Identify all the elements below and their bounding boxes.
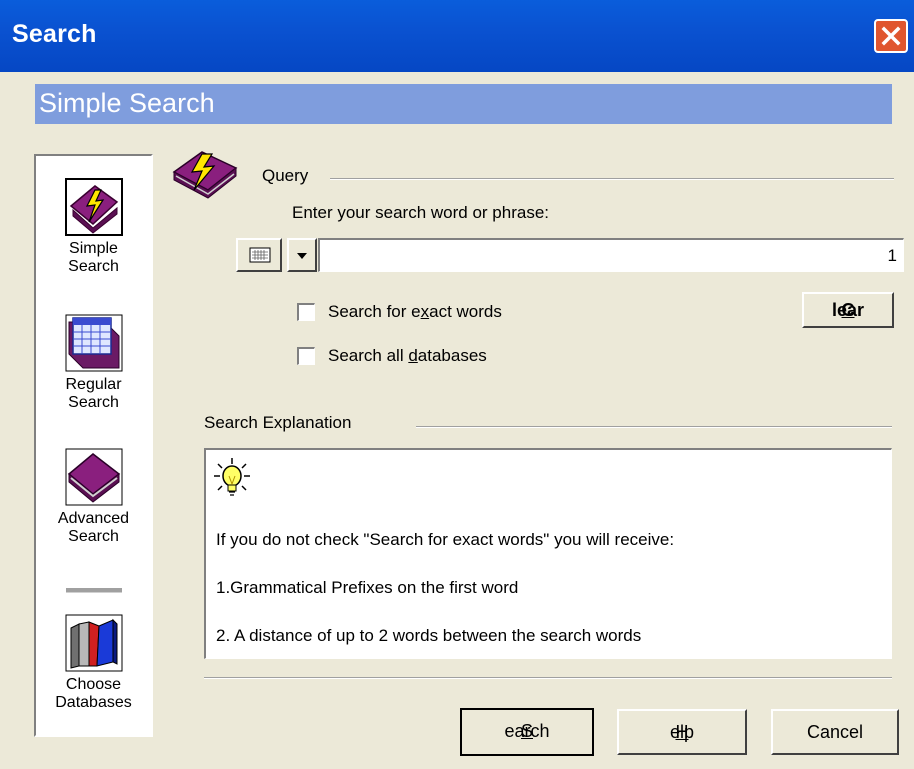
exact-words-checkbox[interactable] xyxy=(297,303,315,321)
dropdown-arrow-icon xyxy=(297,253,307,259)
sidebar-item-label: Choose xyxy=(65,676,122,693)
purple-book-icon xyxy=(65,448,122,506)
explanation-panel: If you do not check "Search for exact wo… xyxy=(204,448,892,659)
lightbulb-icon xyxy=(214,458,250,496)
sidebar-item-label: Databases xyxy=(55,694,132,711)
query-divider xyxy=(330,178,894,180)
search-mode-sidebar: Simple Search Regular Search Advanced Se… xyxy=(34,154,153,737)
lightning-book-icon xyxy=(64,178,123,236)
sidebar-item-regular-search[interactable]: Regular Search xyxy=(36,314,151,412)
close-icon xyxy=(881,26,901,46)
explanation-divider xyxy=(416,426,892,428)
search-input-field[interactable]: 1 xyxy=(318,238,904,272)
sidebar-item-advanced-search[interactable]: Advanced Search xyxy=(36,448,151,546)
lightning-book-icon xyxy=(172,151,238,199)
exact-words-label[interactable]: Search for exact words xyxy=(328,302,502,322)
help-button[interactable]: Help xyxy=(617,709,747,755)
explanation-line: If you do not check "Search for exact wo… xyxy=(216,530,675,549)
footer-divider xyxy=(204,677,892,679)
sidebar-item-label: Search xyxy=(68,394,119,411)
virtual-keyboard-button[interactable] xyxy=(236,238,282,272)
close-button[interactable] xyxy=(874,19,908,53)
search-button[interactable]: Search xyxy=(460,708,594,756)
mode-title: Simple Search xyxy=(39,88,215,118)
sidebar-divider xyxy=(66,588,122,593)
query-section-label: Query xyxy=(262,166,309,185)
explanation-section-label: Search Explanation xyxy=(204,413,352,432)
explanation-line: 2. A distance of up to 2 words between t… xyxy=(216,626,642,645)
search-input[interactable] xyxy=(322,243,886,269)
sidebar-item-label: Search xyxy=(68,258,119,275)
sidebar-item-label: Regular xyxy=(65,376,122,393)
sidebar-item-label: Search xyxy=(68,528,119,545)
query-prompt: Enter your search word or phrase: xyxy=(292,203,550,222)
history-dropdown-button[interactable] xyxy=(287,238,317,272)
table-book-icon xyxy=(65,314,122,372)
search-dialog: Search Simple Search Simple Search Regul… xyxy=(0,0,914,769)
sidebar-item-label: Simple xyxy=(69,240,118,257)
all-databases-label[interactable]: Search all databases xyxy=(328,346,487,366)
sidebar-item-label: Advanced xyxy=(57,510,130,527)
explanation-line: 1.Grammatical Prefixes on the first word xyxy=(216,578,519,597)
clear-button[interactable]: Clear xyxy=(802,292,894,328)
books-icon xyxy=(65,614,122,672)
all-databases-checkbox[interactable] xyxy=(297,347,315,365)
sidebar-item-simple-search[interactable]: Simple Search xyxy=(36,178,151,276)
cancel-button[interactable]: Cancel xyxy=(771,709,899,755)
input-counter: 1 xyxy=(887,246,897,265)
keyboard-icon xyxy=(249,247,271,263)
mode-header: Simple Search xyxy=(35,84,892,124)
title-bar[interactable]: Search xyxy=(0,0,914,72)
sidebar-item-choose-databases[interactable]: Choose Databases xyxy=(36,614,151,712)
window-title: Search xyxy=(12,20,97,48)
